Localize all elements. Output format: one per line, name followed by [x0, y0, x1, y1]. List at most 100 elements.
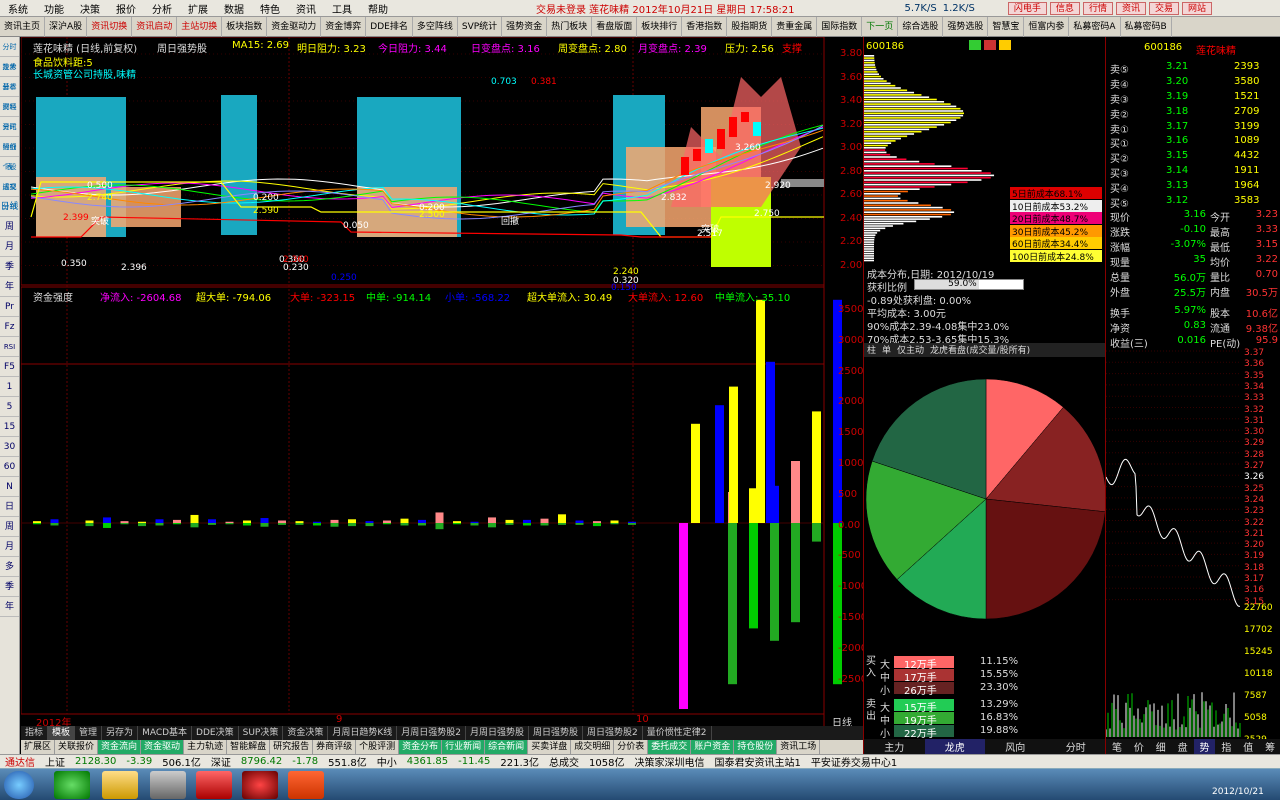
leftbar-item-16[interactable]: F5: [0, 357, 19, 377]
leftbar-item-2[interactable]: 基本资料: [0, 77, 19, 97]
tab-intraday[interactable]: 分时: [1046, 739, 1107, 754]
subtab-bar[interactable]: 柱: [864, 343, 879, 357]
indicator-tab-1[interactable]: 模板: [48, 726, 75, 740]
toolbar-item-13[interactable]: 看盘版面: [592, 17, 637, 37]
extension-tab-4[interactable]: 主力轨迹: [184, 740, 227, 754]
subtab-active[interactable]: 仅主动: [894, 343, 927, 357]
tab-main-force[interactable]: 主力: [864, 739, 925, 754]
menu-function[interactable]: 功能: [36, 1, 72, 16]
conn-status[interactable]: 通达信: [0, 754, 40, 769]
leftbar-item-4[interactable]: 分时明细: [0, 117, 19, 137]
extension-tab-6[interactable]: 研究报告: [270, 740, 313, 754]
flash-trade-button[interactable]: 闪电手: [1008, 2, 1047, 15]
extension-tab-3[interactable]: 资金驱动: [141, 740, 184, 754]
toolbar-item-11[interactable]: 强势资金: [502, 17, 547, 37]
leftbar-item-1[interactable]: 技术分析: [0, 57, 19, 77]
info-button[interactable]: 信息: [1050, 2, 1080, 15]
toolbar-item-5[interactable]: 板块指数: [222, 17, 267, 37]
menu-extend[interactable]: 扩展: [180, 1, 216, 16]
toolbar-item-21[interactable]: 强势选股: [943, 17, 988, 37]
leftbar-item-18[interactable]: 5: [0, 397, 19, 417]
indicator-tab-4[interactable]: MACD基本: [138, 726, 192, 740]
trading-app-icon[interactable]: [288, 771, 324, 799]
leftbar-item-23[interactable]: 日: [0, 497, 19, 517]
extension-tab-8[interactable]: 个股评测: [356, 740, 399, 754]
leftbar-item-14[interactable]: Fz: [0, 317, 19, 337]
leftbar-item-28[interactable]: 年: [0, 597, 19, 617]
leftbar-item-3[interactable]: 财经资讯: [0, 97, 19, 117]
leftbar-item-11[interactable]: 季: [0, 257, 19, 277]
indicator-tab-5[interactable]: DDE决策: [192, 726, 239, 740]
extension-tab-12[interactable]: 买卖详盘: [528, 740, 571, 754]
menu-quote[interactable]: 报价: [108, 1, 144, 16]
menu-system[interactable]: 系统: [0, 1, 36, 16]
extension-tab-13[interactable]: 成交明细: [571, 740, 614, 754]
toolbar-item-1[interactable]: 深沪A股: [45, 17, 87, 37]
indicator-tab-7[interactable]: 资金决策: [283, 726, 328, 740]
indicator-tab-2[interactable]: 管理: [75, 726, 102, 740]
indicator-tab-0[interactable]: 指标: [21, 726, 48, 740]
menu-help[interactable]: 帮助: [360, 1, 396, 16]
extension-tab-9[interactable]: 资金分布: [399, 740, 442, 754]
leftbar-item-24[interactable]: 周: [0, 517, 19, 537]
toolbar-item-14[interactable]: 板块排行: [637, 17, 682, 37]
website-button[interactable]: 网站: [1182, 2, 1212, 15]
extension-tab-7[interactable]: 券商评级: [313, 740, 356, 754]
leftbar-item-26[interactable]: 多: [0, 557, 19, 577]
indicator-tab-12[interactable]: 周日强势股2: [583, 726, 643, 740]
indicator-tab-10[interactable]: 月周日强势股: [466, 726, 529, 740]
quote-tab-7[interactable]: 筹: [1259, 739, 1280, 754]
indicator-tab-3[interactable]: 另存为: [102, 726, 138, 740]
indicator-tab-9[interactable]: 月周日强势股2: [397, 726, 466, 740]
toolbar-item-12[interactable]: 热门板块: [547, 17, 592, 37]
leftbar-item-0[interactable]: 分时走势: [0, 37, 19, 57]
browser-icon[interactable]: [54, 771, 90, 799]
tab-dragon[interactable]: 龙虎: [925, 739, 986, 754]
leftbar-item-21[interactable]: 60: [0, 457, 19, 477]
quote-tab-6[interactable]: 值: [1237, 739, 1259, 754]
toolbar-item-9[interactable]: 多空阵线: [413, 17, 458, 37]
toolbar-item-8[interactable]: DDE排名: [366, 17, 413, 37]
indicator-tab-11[interactable]: 周日强势股: [529, 726, 583, 740]
leftbar-item-19[interactable]: 15: [0, 417, 19, 437]
gift-icon[interactable]: [196, 771, 232, 799]
toolbar-item-10[interactable]: SVP统计: [458, 17, 502, 37]
tab-wind[interactable]: 风向: [985, 739, 1046, 754]
menu-data[interactable]: 数据: [216, 1, 252, 16]
leftbar-item-12[interactable]: 年: [0, 277, 19, 297]
toolbar-item-19[interactable]: 下一页: [862, 17, 898, 37]
indicator-tab-6[interactable]: SUP决策: [239, 726, 284, 740]
market-button[interactable]: 行情: [1083, 2, 1113, 15]
extension-tab-17[interactable]: 持仓股份: [734, 740, 777, 754]
toolbar-item-3[interactable]: 资讯启动: [132, 17, 177, 37]
tool-icon-3[interactable]: [999, 40, 1011, 50]
media-icon[interactable]: [242, 771, 278, 799]
extension-tab-15[interactable]: 委托成交: [648, 740, 691, 754]
leftbar-item-5[interactable]: 分价表: [0, 137, 19, 157]
toolbar-item-16[interactable]: 股指期货: [727, 17, 772, 37]
leftbar-item-9[interactable]: 周: [0, 217, 19, 237]
toolbar-item-7[interactable]: 资金博弈: [321, 17, 366, 37]
start-icon[interactable]: [4, 771, 34, 799]
quote-tab-0[interactable]: 笔: [1106, 739, 1128, 754]
leftbar-item-13[interactable]: Pr: [0, 297, 19, 317]
player-icon[interactable]: [150, 771, 186, 799]
extension-tab-5[interactable]: 智能解盘: [227, 740, 270, 754]
extension-tab-2[interactable]: 资金流向: [98, 740, 141, 754]
extension-tab-11[interactable]: 综合新闻: [485, 740, 528, 754]
leftbar-item-20[interactable]: 30: [0, 437, 19, 457]
toolbar-item-17[interactable]: 贵重金属: [772, 17, 817, 37]
indicator-tab-8[interactable]: 月周日趋势K线: [328, 726, 397, 740]
tool-icon-1[interactable]: [969, 40, 981, 50]
quote-tab-2[interactable]: 细: [1150, 739, 1172, 754]
subtab-single[interactable]: 单: [879, 343, 894, 357]
quote-tab-5[interactable]: 指: [1215, 739, 1237, 754]
menu-analysis[interactable]: 分析: [144, 1, 180, 16]
leftbar-item-17[interactable]: 1: [0, 377, 19, 397]
toolbar-item-4[interactable]: 主站切换: [177, 17, 222, 37]
toolbar-item-18[interactable]: 国际指数: [817, 17, 862, 37]
quote-tab-3[interactable]: 盘: [1172, 739, 1194, 754]
extension-tab-14[interactable]: 分价表: [614, 740, 648, 754]
extension-tab-18[interactable]: 资讯工场: [777, 740, 820, 754]
extension-tab-1[interactable]: 关联报价: [55, 740, 98, 754]
